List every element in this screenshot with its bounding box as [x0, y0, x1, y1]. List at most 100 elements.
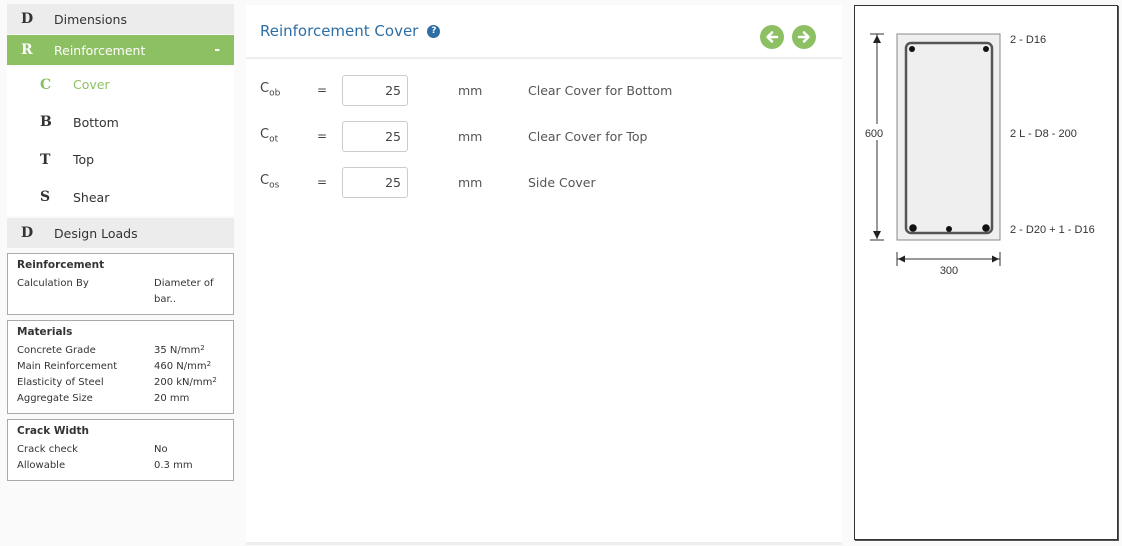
height-arrow-bottom: [873, 231, 881, 239]
sub-item-shear[interactable]: S Shear: [7, 178, 234, 216]
nav-letter: R: [21, 42, 33, 58]
sidebar: D Dimensions R Reinforcement - C Cover B…: [7, 4, 234, 481]
summary-key: Crack check: [17, 444, 78, 455]
sub-label: Top: [73, 152, 95, 168]
sub-label: Shear: [73, 189, 110, 205]
summary-key: Elasticity of Steel: [17, 377, 104, 388]
top-bars-label: 2 - D16: [1010, 34, 1046, 46]
main-panel: Reinforcement Cover ? Cob = mm Clear Cov…: [246, 5, 842, 545]
summary-title: Crack Width: [17, 425, 90, 437]
height-label: 600: [865, 128, 883, 140]
summary-value: 20 mm: [154, 393, 190, 404]
collapse-toggle[interactable]: -: [214, 42, 234, 58]
summary-value: 200 kN/mm2: [154, 375, 224, 391]
summary-value: No: [154, 444, 168, 455]
field-symbol: Cot: [260, 127, 317, 145]
value-text: 35 N/mm: [154, 345, 201, 356]
summary-crack-width: Crack Width Crack check No Allowable 0.3…: [7, 419, 234, 481]
field-description: Side Cover: [528, 174, 596, 190]
field-row-cot: Cot = mm Clear Cover for Top: [260, 120, 820, 152]
nav-arrows: [760, 25, 816, 49]
page-title: Reinforcement Cover: [260, 22, 419, 40]
value-sup: 2: [200, 344, 205, 352]
sub-letter: C: [40, 76, 52, 93]
summary-value: 460 N/mm2: [154, 359, 224, 375]
equals-sign: =: [317, 83, 328, 97]
field-description: Clear Cover for Top: [528, 128, 648, 144]
sub-label: Cover: [73, 77, 110, 93]
summary-key: Calculation By: [17, 278, 89, 289]
sub-letter: T: [40, 151, 51, 168]
stirrup-label: 2 L - D8 - 200: [1010, 128, 1077, 140]
summary-key: Main Reinforcement: [17, 361, 118, 372]
previous-button[interactable]: [760, 25, 784, 49]
bottom-bar: [909, 224, 917, 232]
symbol-base: C: [260, 173, 270, 189]
bottom-bars-label: 2 - D20 + 1 - D16: [1010, 224, 1095, 236]
value-sup: 2: [212, 376, 217, 384]
field-symbol: Cob: [260, 81, 317, 99]
summary-reinforcement: Reinforcement Calculation By Diameter of…: [7, 253, 234, 315]
bottom-bar: [946, 226, 952, 232]
summary-key: Concrete Grade: [17, 345, 96, 356]
summary-title: Reinforcement: [17, 259, 105, 271]
summary-row: Allowable 0.3 mm: [17, 458, 224, 474]
nav-letter: D: [21, 225, 34, 241]
width-label: 300: [940, 265, 958, 277]
cob-input[interactable]: [342, 74, 408, 106]
top-bar: [909, 46, 915, 52]
summary-row: Main Reinforcement 460 N/mm2: [17, 359, 224, 375]
panel-header: Reinforcement Cover ?: [246, 5, 842, 59]
summary-row: Calculation By Diameter of bar..: [17, 276, 224, 308]
symbol-base: C: [260, 81, 270, 97]
equals-sign: =: [317, 129, 328, 143]
equals-sign: =: [317, 175, 328, 189]
value-text: 460 N/mm: [154, 361, 207, 372]
field-row-cos: Cos = mm Side Cover: [260, 166, 820, 198]
next-button[interactable]: [792, 25, 816, 49]
nav-label: Dimensions: [54, 11, 127, 27]
unit-label: mm: [458, 128, 483, 144]
width-arrow-left: [898, 255, 905, 263]
sub-item-cover[interactable]: C Cover: [7, 66, 234, 104]
cos-input[interactable]: [342, 166, 408, 198]
summary-value: 0.3 mm: [154, 460, 193, 471]
field-description: Clear Cover for Bottom: [528, 82, 673, 98]
sub-letter: B: [40, 114, 52, 131]
summary-key: Aggregate Size: [17, 393, 93, 404]
section-diagram: 600 300 2 - D16 2 L - D8 - 200 2 - D20 +…: [854, 5, 1118, 540]
bottom-bar: [982, 224, 990, 232]
sub-letter: S: [40, 189, 51, 206]
summary-row: Elasticity of Steel 200 kN/mm2: [17, 375, 224, 391]
nav-label: Reinforcement: [54, 42, 146, 58]
symbol-sub: ot: [269, 134, 279, 145]
nav-design-loads[interactable]: D Design Loads: [7, 218, 234, 248]
help-icon[interactable]: ?: [427, 24, 441, 38]
nav-letter: D: [21, 11, 34, 27]
value-text: 200 kN/mm: [154, 377, 213, 388]
value-sup: 2: [206, 360, 212, 368]
nav-reinforcement[interactable]: R Reinforcement -: [7, 35, 234, 65]
sub-item-bottom[interactable]: B Bottom: [7, 103, 234, 141]
sub-label: Bottom: [73, 114, 119, 130]
summary-row: Concrete Grade 35 N/mm2: [17, 343, 224, 359]
beam-section-svg: 600 300 2 - D16 2 L - D8 - 200 2 - D20 +…: [863, 33, 1095, 277]
arrow-right-icon: [797, 31, 810, 43]
width-arrow-right: [992, 255, 999, 263]
cot-input[interactable]: [342, 120, 408, 152]
arrow-left-icon: [766, 31, 779, 43]
concrete-section: [896, 33, 1001, 241]
symbol-sub: ob: [269, 88, 281, 99]
field-row-cob: Cob = mm Clear Cover for Bottom: [260, 74, 820, 106]
summary-key: Allowable: [17, 460, 66, 471]
summary-row: Aggregate Size 20 mm: [17, 391, 224, 407]
summary-value: Diameter of bar..: [154, 278, 214, 305]
summary-value: 35 N/mm2: [154, 343, 224, 359]
summary-title: Materials: [17, 326, 73, 338]
sub-item-top[interactable]: T Top: [7, 141, 234, 179]
top-bar: [983, 46, 989, 52]
unit-label: mm: [458, 174, 483, 190]
field-symbol: Cos: [260, 173, 317, 191]
symbol-sub: os: [269, 180, 280, 191]
nav-dimensions[interactable]: D Dimensions: [7, 4, 234, 34]
